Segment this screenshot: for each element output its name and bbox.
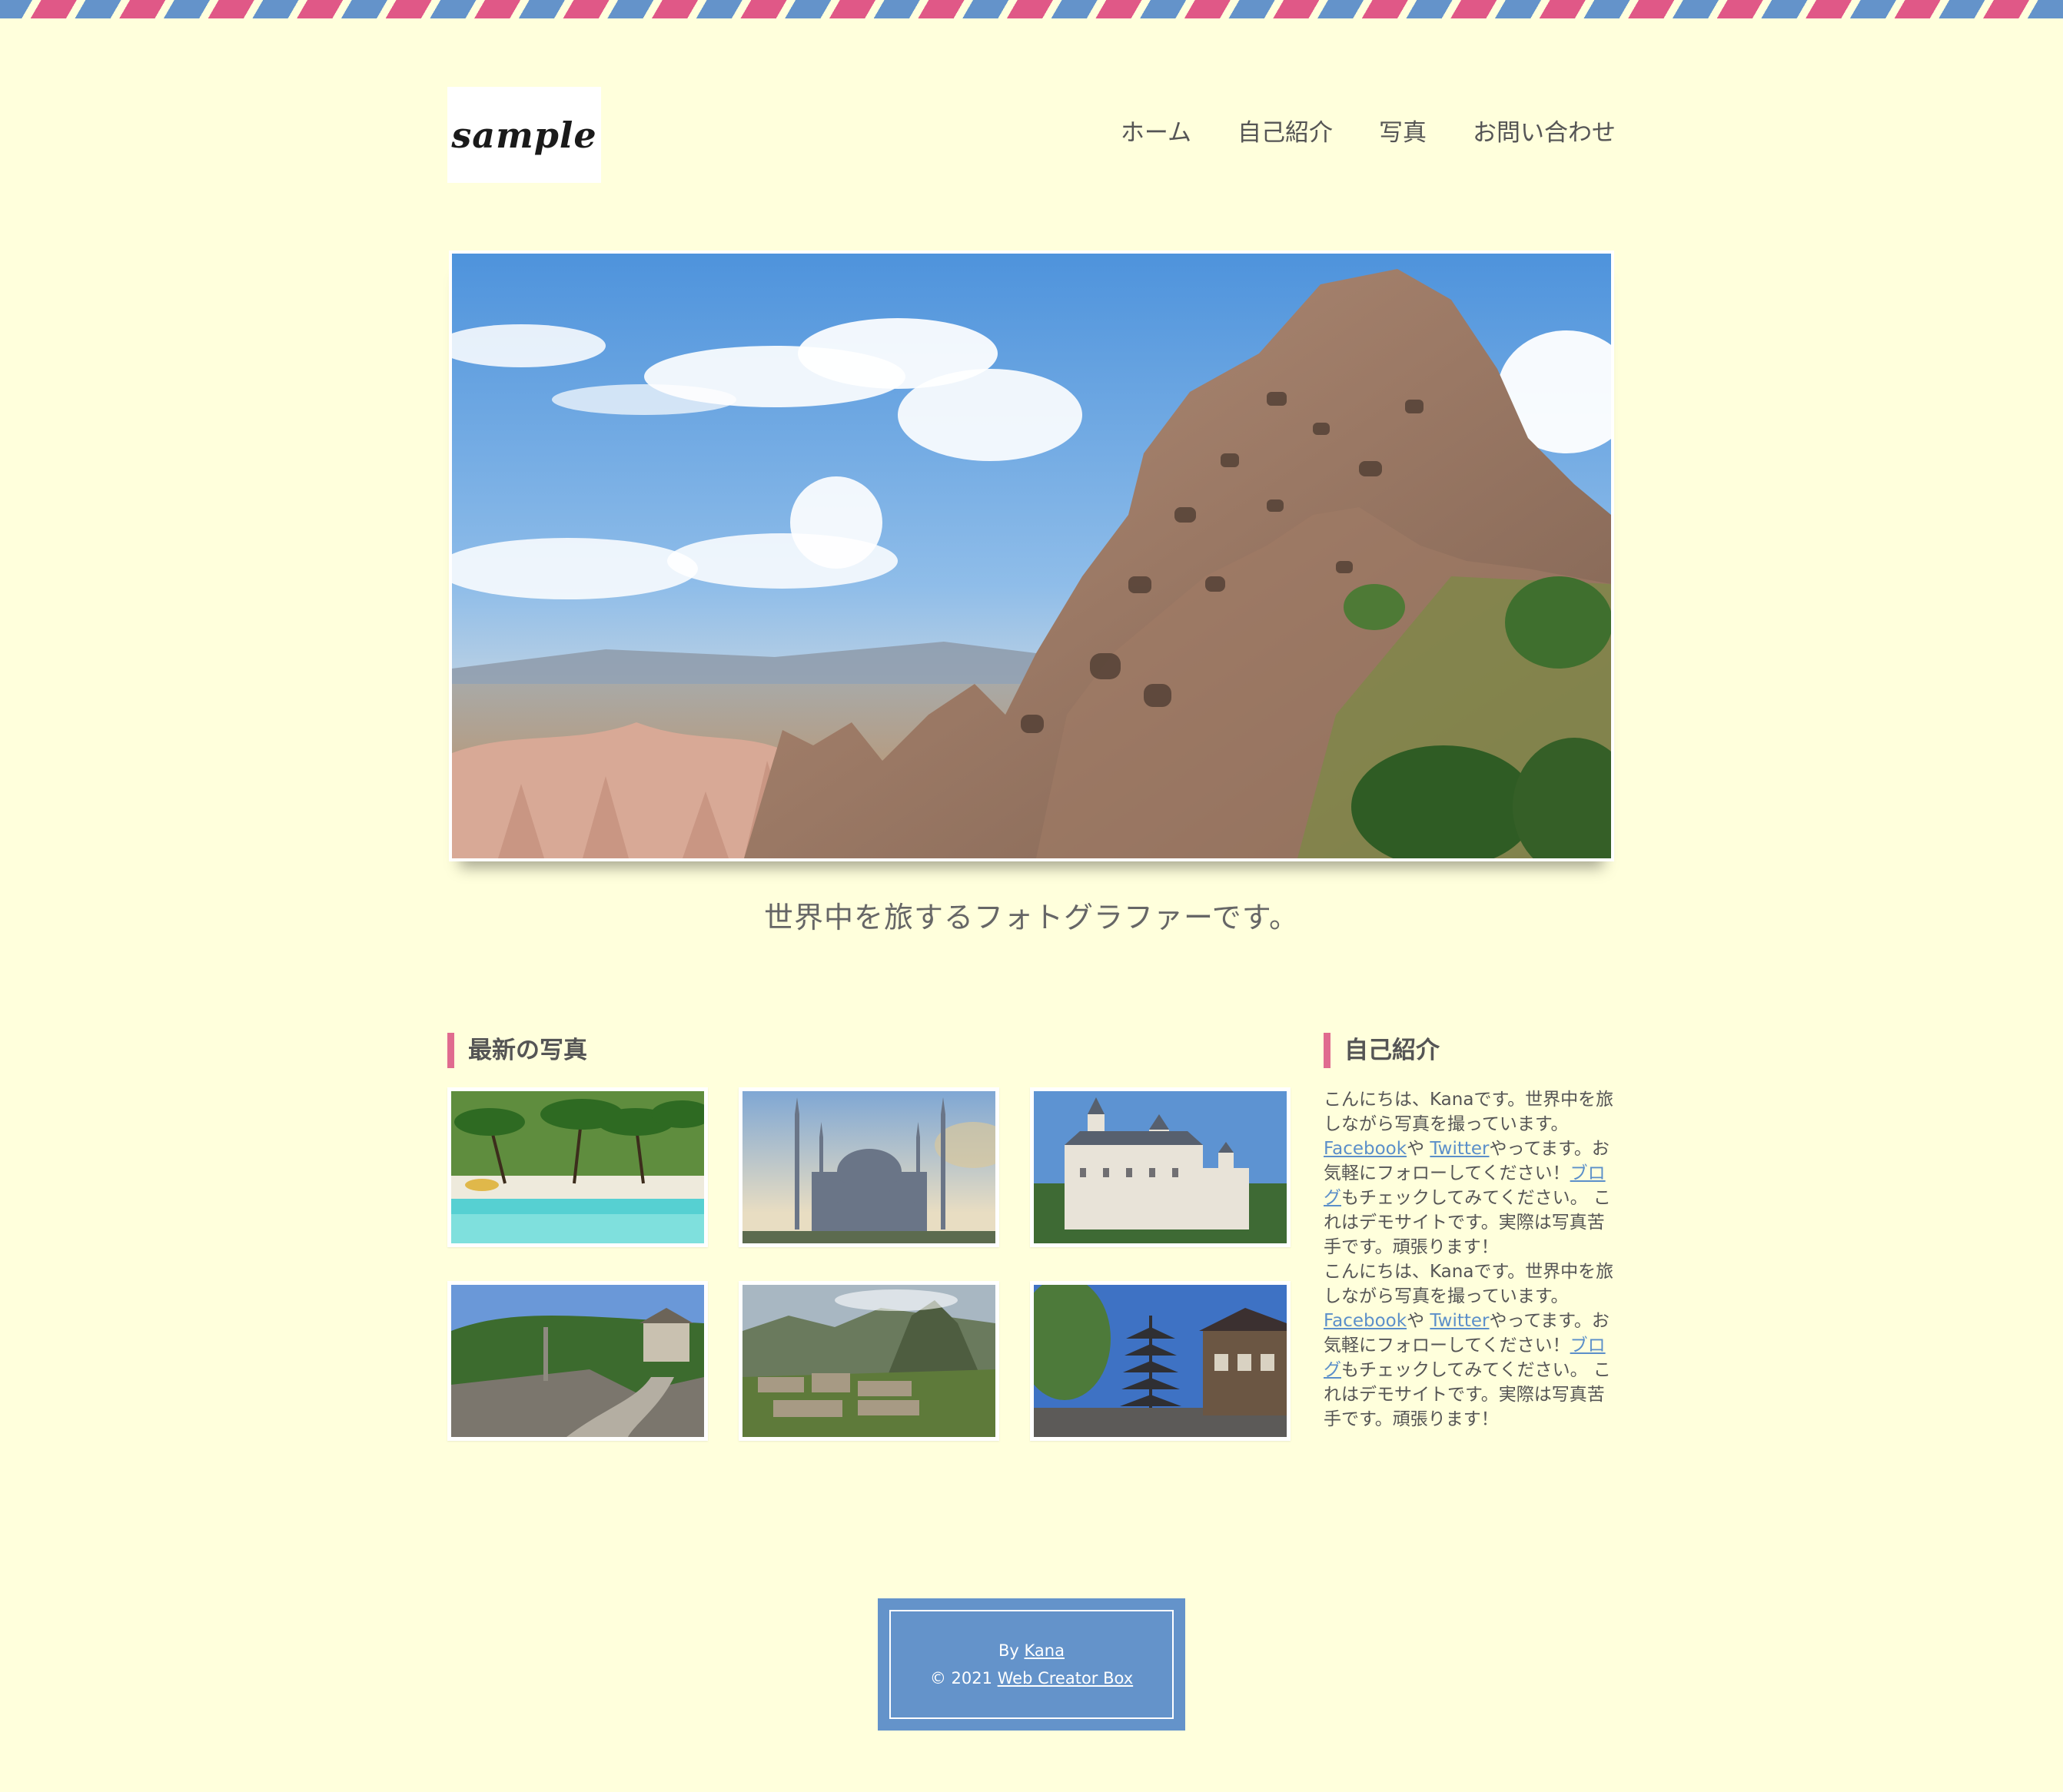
photo-thumb-castle[interactable] <box>1030 1087 1291 1247</box>
machu-picchu-image <box>742 1285 995 1437</box>
hero-image <box>449 251 1614 861</box>
photo-thumb-machu-picchu[interactable] <box>739 1281 999 1441</box>
footer-company-link[interactable]: Web Creator Box <box>998 1669 1134 1687</box>
footer-author-link[interactable]: Kana <box>1025 1641 1065 1660</box>
site-logo[interactable]: sample <box>447 87 601 183</box>
cappadocia-photo <box>452 254 1611 858</box>
footer-inner: By Kana © 2021 Web Creator Box <box>889 1610 1174 1719</box>
footer-by-text: By <box>998 1641 1025 1660</box>
castle-image <box>1034 1091 1287 1243</box>
main-nav: ホーム 自己紹介 写真 お問い合わせ <box>1121 115 1616 151</box>
nav-photos[interactable]: 写真 <box>1379 115 1427 151</box>
palm-beach-image <box>451 1091 704 1243</box>
footer-copyright-text: © 2021 <box>929 1669 998 1687</box>
latest-photos-heading: 最新の写真 <box>447 1033 587 1068</box>
about-heading: 自己紹介 <box>1324 1033 1440 1068</box>
photo-grid <box>447 1087 1291 1441</box>
footer-copyright-line: © 2021 Web Creator Box <box>930 1664 1133 1692</box>
twitter-link[interactable]: Twitter <box>1430 1311 1489 1331</box>
nav-contact[interactable]: お問い合わせ <box>1473 115 1616 151</box>
nav-about[interactable]: 自己紹介 <box>1237 115 1333 151</box>
mosque-image <box>742 1091 995 1243</box>
great-wall-image <box>451 1285 704 1437</box>
nav-home[interactable]: ホーム <box>1121 115 1191 151</box>
airmail-stripe <box>0 0 2063 18</box>
site-footer: By Kana © 2021 Web Creator Box <box>878 1598 1185 1731</box>
about-intro: こんにちは、Kanaです。世界中を旅しながら写真を撮っています。 <box>1324 1262 1614 1306</box>
about-connector: や <box>1407 1311 1430 1331</box>
photo-thumb-mosque[interactable] <box>739 1087 999 1247</box>
facebook-link[interactable]: Facebook <box>1324 1139 1407 1159</box>
about-outro: もチェックしてみてください。 これはデモサイトです。実際は写真苦手です。頑張りま… <box>1324 1360 1611 1429</box>
about-paragraph: こんにちは、Kanaです。世界中を旅しながら写真を撮っています。 Facebook… <box>1324 1087 1614 1259</box>
pagoda-image <box>1034 1285 1287 1437</box>
photo-thumb-pagoda[interactable] <box>1030 1281 1291 1441</box>
about-outro: もチェックしてみてください。 これはデモサイトです。実際は写真苦手です。頑張りま… <box>1324 1188 1611 1257</box>
photo-thumb-great-wall[interactable] <box>447 1281 708 1441</box>
photo-thumb-palm-beach[interactable] <box>447 1087 708 1247</box>
logo-text: sample <box>451 114 597 156</box>
hero-tagline: 世界中を旅するフォトグラファーです。 <box>764 901 1299 934</box>
footer-author-line: By Kana <box>998 1637 1065 1664</box>
about-intro: こんにちは、Kanaです。世界中を旅しながら写真を撮っています。 <box>1324 1090 1614 1134</box>
about-paragraph: こんにちは、Kanaです。世界中を旅しながら写真を撮っています。 Facebook… <box>1324 1259 1614 1432</box>
facebook-link[interactable]: Facebook <box>1324 1311 1407 1331</box>
about-text: こんにちは、Kanaです。世界中を旅しながら写真を撮っています。 Facebook… <box>1324 1087 1614 1432</box>
about-connector: や <box>1407 1139 1430 1159</box>
twitter-link[interactable]: Twitter <box>1430 1139 1489 1159</box>
